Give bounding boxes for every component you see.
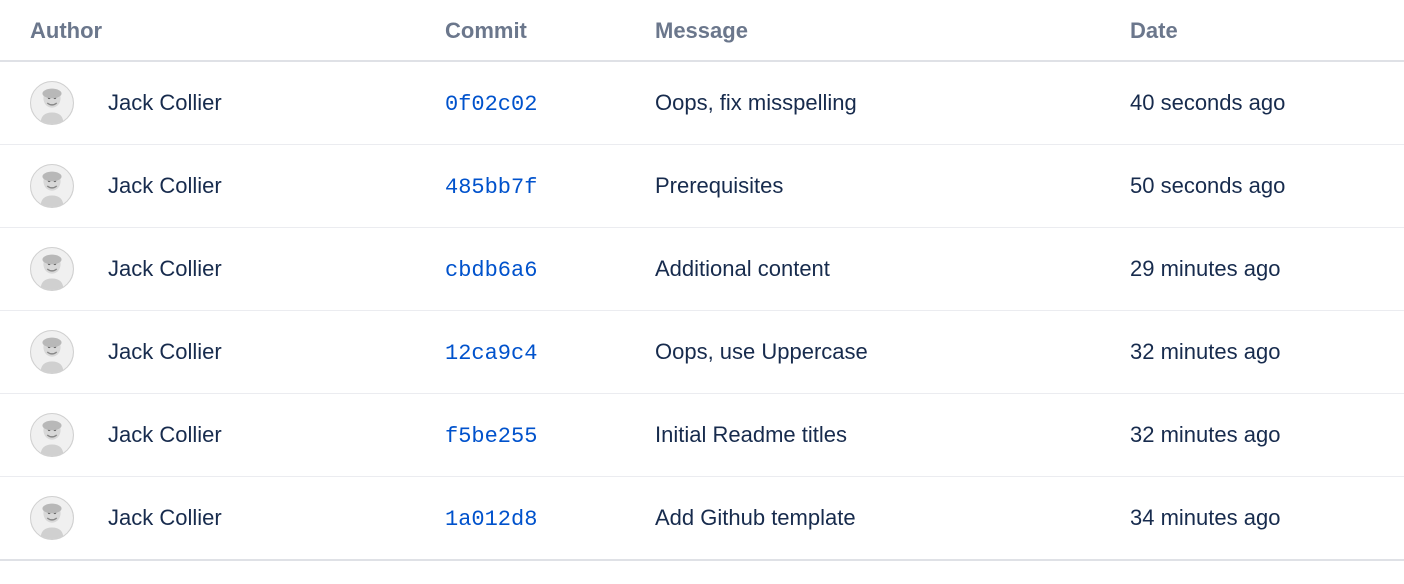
- author-name: Jack Collier: [108, 505, 222, 531]
- message-cell: Oops, fix misspelling: [655, 61, 1130, 145]
- author-cell: Jack Collier: [0, 228, 445, 311]
- commit-hash-link[interactable]: 12ca9c4: [445, 341, 537, 366]
- header-date: Date: [1130, 0, 1404, 61]
- author-cell: Jack Collier: [0, 145, 445, 228]
- commit-cell: f5be255: [445, 394, 655, 477]
- message-cell: Initial Readme titles: [655, 394, 1130, 477]
- commit-cell: 485bb7f: [445, 145, 655, 228]
- commit-message: Prerequisites: [655, 173, 783, 198]
- table-header-row: Author Commit Message Date: [0, 0, 1404, 61]
- commit-cell: cbdb6a6: [445, 228, 655, 311]
- author-name: Jack Collier: [108, 422, 222, 448]
- author-cell: Jack Collier: [0, 61, 445, 145]
- commit-date: 29 minutes ago: [1130, 256, 1280, 281]
- table-row: Jack Collier f5be255 Initial Readme titles…: [0, 394, 1404, 477]
- date-cell: 40 seconds ago: [1130, 61, 1404, 145]
- table-row: Jack Collier 485bb7f Prerequisites 50 secon…: [0, 145, 1404, 228]
- avatar[interactable]: [30, 81, 74, 125]
- avatar[interactable]: [30, 413, 74, 457]
- avatar[interactable]: [30, 164, 74, 208]
- commit-hash-link[interactable]: 0f02c02: [445, 92, 537, 117]
- author-name: Jack Collier: [108, 90, 222, 116]
- date-cell: 32 minutes ago: [1130, 394, 1404, 477]
- author-name: Jack Collier: [108, 173, 222, 199]
- commit-message: Oops, use Uppercase: [655, 339, 868, 364]
- author-cell: Jack Collier: [0, 394, 445, 477]
- header-author: Author: [0, 0, 445, 61]
- avatar[interactable]: [30, 330, 74, 374]
- commit-hash-link[interactable]: 1a012d8: [445, 507, 537, 532]
- avatar[interactable]: [30, 247, 74, 291]
- author-cell: Jack Collier: [0, 477, 445, 561]
- author-cell: Jack Collier: [0, 311, 445, 394]
- message-cell: Oops, use Uppercase: [655, 311, 1130, 394]
- commit-hash-link[interactable]: 485bb7f: [445, 175, 537, 200]
- header-commit: Commit: [445, 0, 655, 61]
- author-name: Jack Collier: [108, 256, 222, 282]
- commit-cell: 1a012d8: [445, 477, 655, 561]
- author-name: Jack Collier: [108, 339, 222, 365]
- header-message: Message: [655, 0, 1130, 61]
- table-row: Jack Collier 0f02c02 Oops, fix misspelling…: [0, 61, 1404, 145]
- commit-date: 32 minutes ago: [1130, 422, 1280, 447]
- commits-table: Author Commit Message Date Jack Collier 0…: [0, 0, 1404, 561]
- message-cell: Prerequisites: [655, 145, 1130, 228]
- table-row: Jack Collier 12ca9c4 Oops, use Uppercase 32…: [0, 311, 1404, 394]
- commit-message: Additional content: [655, 256, 830, 281]
- commit-date: 32 minutes ago: [1130, 339, 1280, 364]
- message-cell: Add Github template: [655, 477, 1130, 561]
- table-row: Jack Collier 1a012d8 Add Github template 34…: [0, 477, 1404, 561]
- commit-hash-link[interactable]: cbdb6a6: [445, 258, 537, 283]
- commit-hash-link[interactable]: f5be255: [445, 424, 537, 449]
- message-cell: Additional content: [655, 228, 1130, 311]
- commit-date: 50 seconds ago: [1130, 173, 1285, 198]
- commit-message: Initial Readme titles: [655, 422, 847, 447]
- avatar[interactable]: [30, 496, 74, 540]
- commits-tbody: Jack Collier 0f02c02 Oops, fix misspelling…: [0, 61, 1404, 560]
- commit-message: Oops, fix misspelling: [655, 90, 857, 115]
- commit-message: Add Github template: [655, 505, 856, 530]
- table-row: Jack Collier cbdb6a6 Additional content 29 …: [0, 228, 1404, 311]
- date-cell: 32 minutes ago: [1130, 311, 1404, 394]
- date-cell: 29 minutes ago: [1130, 228, 1404, 311]
- date-cell: 50 seconds ago: [1130, 145, 1404, 228]
- commit-cell: 0f02c02: [445, 61, 655, 145]
- commit-date: 40 seconds ago: [1130, 90, 1285, 115]
- date-cell: 34 minutes ago: [1130, 477, 1404, 561]
- commit-cell: 12ca9c4: [445, 311, 655, 394]
- commit-date: 34 minutes ago: [1130, 505, 1280, 530]
